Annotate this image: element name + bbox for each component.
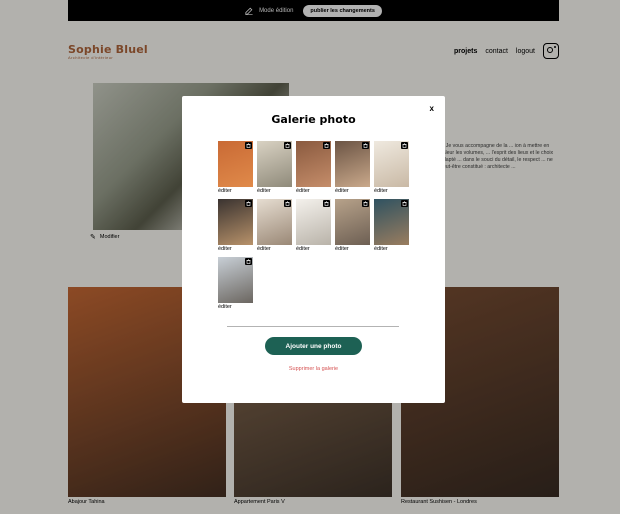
thumbnail-item: éditer [335,199,370,252]
trash-icon[interactable] [284,200,291,207]
edit-link[interactable]: éditer [218,246,253,252]
edit-link[interactable]: éditer [257,246,292,252]
trash-icon[interactable] [323,200,330,207]
thumbnail-image [335,199,370,245]
thumbnail-image [335,141,370,187]
add-photo-button[interactable]: Ajouter une photo [265,337,362,355]
delete-gallery-link[interactable]: Supprimer la galerie [182,366,445,372]
modal-title: Galerie photo [271,113,356,126]
trash-icon[interactable] [245,200,252,207]
edit-link[interactable]: éditer [335,246,370,252]
edit-link[interactable]: éditer [218,188,253,194]
edit-link[interactable]: éditer [374,246,409,252]
edit-link[interactable]: éditer [296,188,331,194]
trash-icon[interactable] [245,258,252,265]
trash-icon[interactable] [245,142,252,149]
edit-link[interactable]: éditer [374,188,409,194]
thumbnail-item: éditer [218,199,253,252]
trash-icon[interactable] [284,142,291,149]
trash-icon[interactable] [401,200,408,207]
thumbnail-item: éditer [296,141,331,194]
thumbnail-image [257,199,292,245]
edit-link[interactable]: éditer [218,304,253,310]
thumbnail-image [374,141,409,187]
thumbnail-item: éditer [296,199,331,252]
thumbnail-item: éditer [218,141,253,194]
thumbnail-image [218,199,253,245]
edit-link[interactable]: éditer [296,246,331,252]
trash-icon[interactable] [362,200,369,207]
thumbnail-image [218,141,253,187]
thumbnail-image [374,199,409,245]
edit-link[interactable]: éditer [257,188,292,194]
thumbnail-image [296,199,331,245]
thumbnail-item: éditer [257,199,292,252]
trash-icon[interactable] [362,142,369,149]
thumbnail-item: éditer [374,141,409,194]
divider [227,326,399,327]
edit-link[interactable]: éditer [335,188,370,194]
thumbnail-image [218,257,253,303]
close-icon[interactable]: x [430,104,434,113]
thumbnail-item: éditer [257,141,292,194]
thumbnail-image [296,141,331,187]
trash-icon[interactable] [323,142,330,149]
thumbnail-item: éditer [335,141,370,194]
thumbnail-item: éditer [374,199,409,252]
gallery-modal: x Galerie photo éditer éditer éditer éditer… [182,96,445,403]
thumbnail-item: éditer [218,257,253,310]
trash-icon[interactable] [401,142,408,149]
thumbnail-image [257,141,292,187]
